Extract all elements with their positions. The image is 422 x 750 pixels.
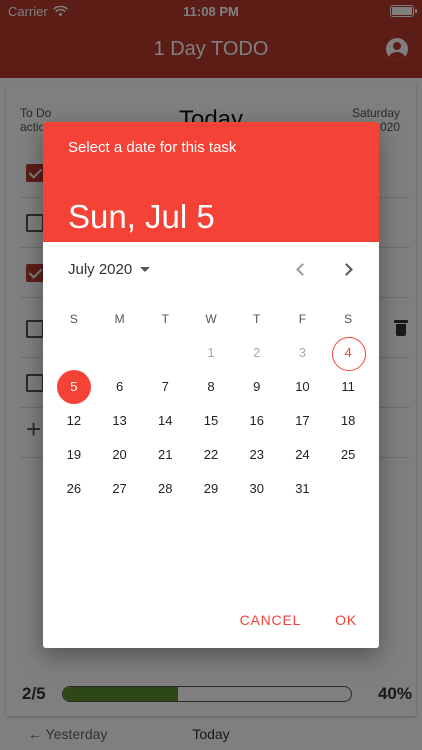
calendar-day[interactable]: 12 (51, 404, 97, 438)
calendar-empty-cell (142, 336, 188, 370)
calendar-week: 12 13 14 15 16 17 18 (51, 404, 371, 438)
calendar-day[interactable]: 31 (280, 472, 326, 506)
calendar-week: 5 6 7 8 9 10 11 (51, 370, 371, 404)
calendar-day[interactable]: 22 (188, 438, 234, 472)
calendar-empty-cell (97, 336, 143, 370)
calendar-week: 1 2 3 4 (51, 336, 371, 371)
calendar-day[interactable]: 25 (325, 438, 371, 472)
calendar-day[interactable]: 29 (188, 472, 234, 506)
weekday-label: S (344, 312, 353, 326)
date-picker-header: Select a date for this task Sun, Jul 5 (43, 122, 379, 242)
calendar-day-disabled: 2 (253, 345, 261, 360)
date-picker-help-text: Select a date for this task (68, 139, 237, 156)
calendar-weeks: 1 2 3 4 5 6 7 8 9 10 11 12 13 14 15 16 17 18 19 20 21 22 23 24 2… (51, 336, 371, 506)
calendar-day[interactable]: 16 (234, 404, 280, 438)
calendar-day[interactable]: 9 (234, 370, 280, 404)
calendar-empty-cell (51, 336, 97, 370)
calendar-day[interactable]: 14 (142, 404, 188, 438)
calendar-day[interactable]: 28 (142, 472, 188, 506)
chevron-left-icon (296, 263, 309, 276)
calendar-day-disabled: 3 (298, 345, 307, 360)
date-picker-dialog: Select a date for this task Sun, Jul 5 J… (43, 122, 379, 648)
calendar-day[interactable]: 24 (280, 438, 326, 472)
month-year-selector[interactable]: July 2020 (68, 261, 151, 278)
weekday-label: S (69, 312, 78, 326)
cancel-button[interactable]: CANCEL (226, 604, 316, 636)
calendar-day[interactable]: 26 (51, 472, 97, 506)
weekday-label: M (114, 312, 125, 326)
chevron-right-icon (340, 263, 353, 276)
calendar-day[interactable]: 7 (142, 370, 188, 404)
calendar-day[interactable]: 23 (234, 438, 280, 472)
weekday-label: F (298, 312, 307, 326)
calendar-day[interactable]: 6 (97, 370, 143, 404)
next-month-button[interactable] (338, 259, 360, 281)
calendar-day[interactable]: 15 (188, 404, 234, 438)
caret-down-icon (140, 267, 151, 272)
calendar-grid: SMTWTFS 1 2 3 4 5 6 7 8 9 10 11 12 13 14 15 16 17 18 19 20 2… (51, 302, 371, 506)
calendar-day-today[interactable]: 4 (325, 336, 371, 371)
month-year-label: July 2020 (68, 261, 133, 278)
calendar-week: 26 27 28 29 30 31 (51, 472, 371, 506)
calendar-day[interactable]: 17 (280, 404, 326, 438)
calendar-day-disabled: 1 (207, 345, 215, 360)
calendar-day[interactable]: 8 (188, 370, 234, 404)
calendar-day[interactable]: 27 (97, 472, 143, 506)
calendar-day[interactable]: 19 (51, 438, 97, 472)
calendar-day-selected[interactable]: 5 (51, 370, 97, 404)
calendar-day[interactable]: 13 (97, 404, 143, 438)
calendar-day[interactable]: 20 (97, 438, 143, 472)
weekday-label: T (253, 312, 261, 326)
weekday-label: T (161, 312, 169, 326)
calendar-day[interactable]: 30 (234, 472, 280, 506)
previous-month-button[interactable] (290, 259, 312, 281)
calendar-day[interactable]: 11 (325, 370, 371, 404)
weekday-label: W (205, 312, 217, 326)
calendar-day[interactable]: 18 (325, 404, 371, 438)
calendar-week: 19 20 21 22 23 24 25 (51, 438, 371, 472)
selected-date-display: Sun, Jul 5 (68, 198, 215, 235)
dialog-actions: CANCEL OK (226, 604, 371, 636)
weekday-header: SMTWTFS (51, 302, 371, 336)
ok-button[interactable]: OK (321, 604, 371, 636)
calendar-day[interactable]: 10 (280, 370, 326, 404)
calendar-day[interactable]: 21 (142, 438, 188, 472)
calendar-empty-cell (325, 472, 371, 506)
